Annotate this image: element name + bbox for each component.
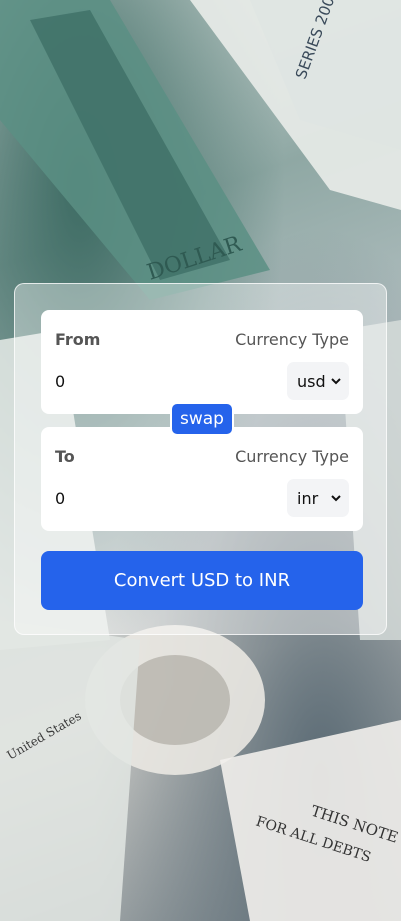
- from-currency-type-label: Currency Type: [235, 330, 349, 349]
- to-currency-select[interactable]: inr: [287, 479, 349, 517]
- from-currency-select[interactable]: usd: [287, 362, 349, 400]
- converter-card: From Currency Type usd To Currency Type …: [14, 283, 387, 635]
- swap-button[interactable]: swap: [170, 402, 234, 436]
- from-panel: From Currency Type usd: [41, 310, 363, 414]
- from-label: From: [55, 330, 101, 349]
- to-currency-type-label: Currency Type: [235, 447, 349, 466]
- from-currency-value: usd: [297, 372, 326, 391]
- to-amount-input[interactable]: [55, 485, 255, 511]
- to-currency-value: inr: [297, 489, 319, 508]
- chevron-down-icon: [331, 378, 341, 385]
- to-panel: To Currency Type inr: [41, 427, 363, 531]
- convert-button[interactable]: Convert USD to INR: [41, 551, 363, 610]
- from-amount-input[interactable]: [55, 368, 255, 394]
- chevron-down-icon: [331, 495, 341, 502]
- to-label: To: [55, 447, 75, 466]
